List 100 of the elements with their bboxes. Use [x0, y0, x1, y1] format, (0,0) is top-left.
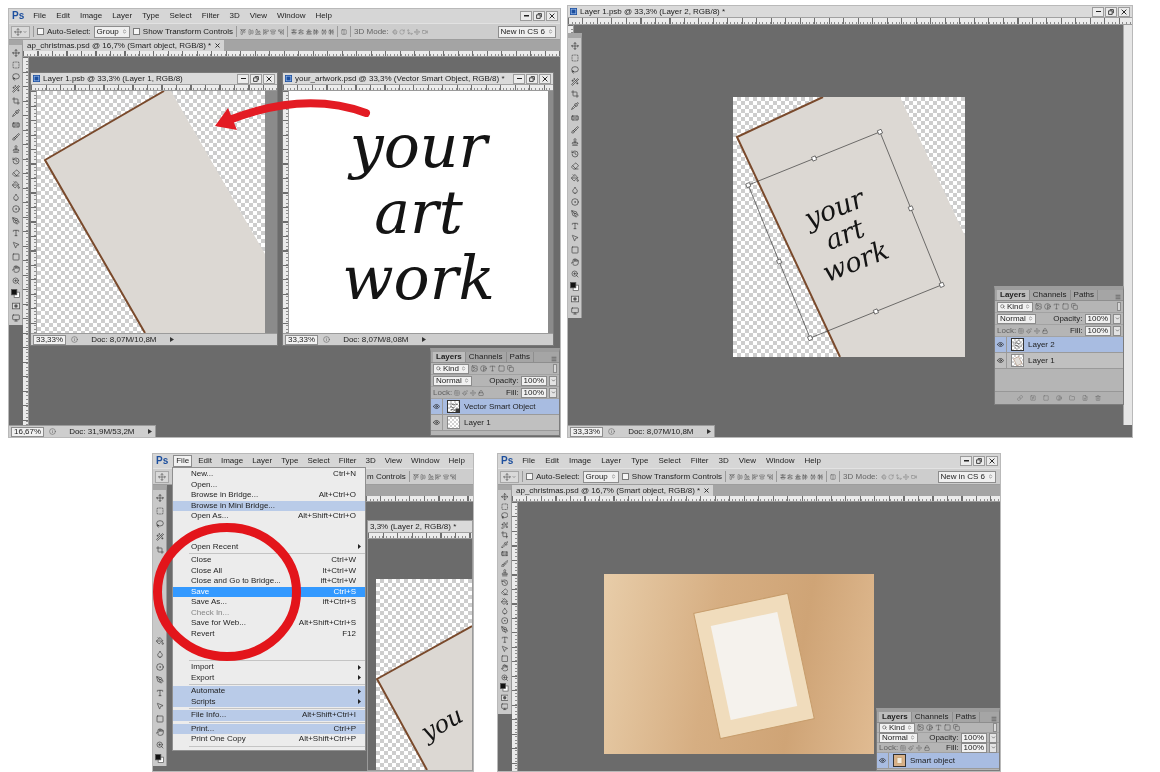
menu-item[interactable]: Browse in Bridge... Alt+Ctrl+O	[173, 490, 365, 501]
menu-item[interactable]: View	[381, 455, 405, 467]
zoom-field[interactable]: 16,67%	[11, 426, 45, 437]
circle-dot-icon[interactable]	[155, 663, 164, 671]
image-icon[interactable]	[471, 365, 478, 372]
blend-mode-dropdown[interactable]: Normal	[879, 732, 918, 743]
distribute-right-icon[interactable]	[328, 28, 335, 35]
menu-item[interactable]: Image	[76, 10, 106, 22]
opacity-field[interactable]: 100%	[960, 732, 987, 743]
tool-preset-button[interactable]	[500, 470, 519, 483]
distribute-horizontal-centers-icon[interactable]	[320, 28, 327, 35]
restore-button[interactable]	[526, 73, 538, 84]
magic-wand-icon[interactable]	[11, 85, 20, 93]
align-bottom-edges-icon[interactable]	[427, 473, 434, 480]
pen-icon[interactable]	[500, 626, 509, 634]
dashed-square-icon[interactable]	[11, 61, 20, 69]
crop-icon[interactable]	[155, 546, 164, 554]
lasso-icon[interactable]	[500, 512, 509, 520]
restore-button[interactable]	[973, 456, 985, 466]
menu-item[interactable]: Select	[166, 10, 195, 22]
zoom-icon[interactable]	[11, 277, 20, 285]
align-vertical-centers-icon[interactable]	[247, 28, 254, 35]
opacity-field[interactable]: 100%	[520, 375, 547, 386]
align-horizontal-centers-icon[interactable]	[442, 473, 449, 480]
paint-bucket-icon[interactable]	[155, 637, 164, 645]
play-triangle-icon[interactable]	[421, 337, 426, 342]
cross-arrows-icon[interactable]	[903, 473, 910, 480]
minimize-button[interactable]	[1092, 6, 1104, 17]
menu-item[interactable]: 3D	[715, 455, 732, 467]
close-icon[interactable]	[704, 488, 710, 493]
lock-icon[interactable]	[924, 744, 931, 751]
close-button[interactable]	[986, 456, 998, 466]
type-icon[interactable]	[570, 222, 579, 230]
play-triangle-icon[interactable]	[706, 429, 711, 434]
cross-arrows-icon[interactable]	[470, 389, 477, 396]
rectangle-icon[interactable]	[570, 246, 579, 254]
menu-item[interactable]: Layer	[249, 455, 276, 467]
fill-field[interactable]: 100%	[1084, 325, 1111, 336]
eraser-icon[interactable]	[500, 588, 509, 596]
rotate-3d-icon[interactable]	[391, 28, 398, 35]
menu-item[interactable]: 3D	[226, 10, 243, 22]
blend-mode-dropdown[interactable]: Normal	[433, 375, 472, 386]
color-swatches-icon[interactable]	[570, 282, 579, 291]
move-tool-icon[interactable]	[570, 42, 579, 50]
function-icon[interactable]	[1030, 395, 1036, 401]
checkbox[interactable]	[37, 28, 44, 35]
circular-arrow-icon[interactable]	[399, 28, 406, 35]
transform-handle[interactable]	[877, 129, 883, 135]
align-left-edges-icon[interactable]	[751, 473, 758, 480]
panel-menu-icon[interactable]	[1115, 294, 1121, 300]
align-left-edges-icon[interactable]	[262, 28, 269, 35]
kind-dropdown[interactable]: Kind	[433, 363, 469, 374]
dashed-square-icon[interactable]	[155, 507, 164, 515]
magic-wand-icon[interactable]	[570, 78, 579, 86]
monitor-icon[interactable]	[11, 314, 20, 322]
transform-handle[interactable]	[776, 258, 783, 265]
paint-bucket-icon[interactable]	[500, 597, 509, 605]
bandage-icon[interactable]	[500, 550, 509, 558]
stack-icon[interactable]	[1071, 303, 1078, 310]
menu-item[interactable]: Select	[304, 455, 333, 467]
panel-tab[interactable]: Paths	[952, 712, 981, 722]
workspace-dropdown[interactable]: New in CS 6	[497, 25, 556, 38]
rectangle-icon[interactable]	[11, 253, 20, 261]
menu-item[interactable]: View	[735, 455, 759, 467]
panel-tab[interactable]: Paths	[506, 352, 535, 362]
transform-handle[interactable]	[807, 335, 813, 341]
circle-dot-icon[interactable]	[500, 616, 509, 624]
menu-item[interactable]: Close and Go to Bridge... ift+Ctrl+W	[173, 576, 365, 587]
menu-item[interactable]: Edit	[53, 10, 73, 22]
menu-item[interactable]: Automate	[173, 686, 365, 697]
stack-icon[interactable]	[507, 365, 514, 372]
type-icon[interactable]	[500, 635, 509, 643]
hand-icon[interactable]	[155, 728, 164, 736]
restore-button[interactable]	[533, 11, 545, 21]
align-top-edges-icon[interactable]	[240, 28, 247, 35]
align-right-edges-icon[interactable]	[766, 473, 773, 480]
play-triangle-icon[interactable]	[169, 337, 174, 342]
menu-item[interactable]: View	[246, 10, 270, 22]
monitor-icon[interactable]	[570, 307, 579, 315]
menu-item[interactable]: Edit	[195, 455, 215, 467]
fill-field[interactable]: 100%	[960, 742, 987, 753]
tool-preset-button[interactable]	[155, 470, 169, 483]
info-icon[interactable]	[49, 428, 57, 435]
menu-item[interactable]: Edit	[542, 455, 562, 467]
paint-bucket-icon[interactable]	[11, 181, 20, 189]
minimize-button[interactable]	[237, 73, 249, 84]
menu-item[interactable]: Close Ctrl+W	[173, 555, 365, 566]
kind-dropdown[interactable]: Kind	[997, 301, 1033, 312]
menu-item[interactable]: Type	[628, 455, 652, 467]
half-circle-icon[interactable]	[926, 724, 933, 731]
fill-slider-button[interactable]	[549, 387, 557, 398]
workspace-dropdown[interactable]: New in CS 6	[937, 470, 996, 483]
video-camera-icon[interactable]	[910, 473, 917, 480]
distribute-right-icon[interactable]	[817, 473, 824, 480]
circle-dot-icon[interactable]	[11, 205, 20, 213]
distribute-vertical-centers-icon[interactable]	[787, 473, 794, 480]
restore-button[interactable]	[1105, 6, 1117, 17]
distribute-left-icon[interactable]	[802, 473, 809, 480]
distribute-top-icon[interactable]	[290, 28, 297, 35]
stack-icon[interactable]	[953, 724, 960, 731]
